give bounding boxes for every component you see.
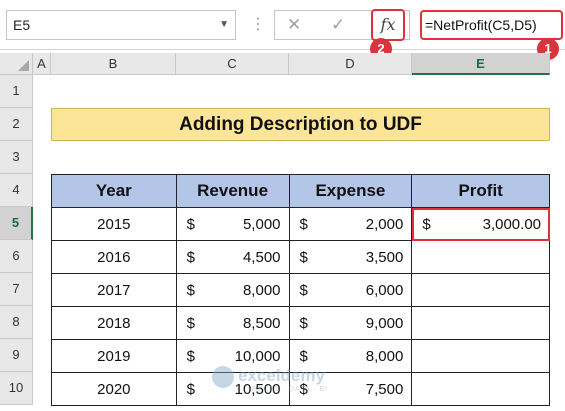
currency-symbol: $: [186, 216, 196, 233]
expense-value: 8,000: [365, 348, 404, 365]
name-box[interactable]: E5 ▼: [6, 10, 236, 40]
currency-symbol: $: [422, 216, 431, 233]
row-header-9[interactable]: 9: [0, 339, 33, 372]
expense-value: 6,000: [365, 282, 404, 299]
column-header-a[interactable]: A: [33, 53, 51, 75]
expense-value: 2,000: [365, 216, 404, 233]
revenue-value: 10,000: [234, 348, 281, 365]
currency-symbol: $: [299, 249, 308, 266]
currency-symbol: $: [299, 282, 308, 299]
profit-cell[interactable]: [411, 273, 550, 307]
year-cell[interactable]: 2018: [51, 306, 177, 340]
expense-value: 7,500: [365, 381, 404, 398]
row-header-10[interactable]: 10: [0, 372, 33, 405]
expense-cell[interactable]: $3,500: [288, 240, 413, 274]
year-cell[interactable]: 2020: [51, 372, 177, 406]
row-header-2[interactable]: 2: [0, 108, 33, 141]
revenue-value: 4,500: [242, 249, 281, 266]
currency-symbol: $: [186, 315, 196, 332]
watermark-tagline: EXCEL · DATA · BI: [252, 386, 328, 393]
select-all-button[interactable]: [0, 53, 33, 75]
profit-cell[interactable]: [411, 339, 550, 373]
header-expense[interactable]: Expense: [288, 174, 413, 208]
table-header-row: Year Revenue Expense Profit: [51, 174, 550, 208]
exceldemy-logo-icon: [212, 366, 234, 388]
year-cell[interactable]: 2016: [51, 240, 177, 274]
row-header-3[interactable]: 3: [0, 141, 33, 174]
header-year[interactable]: Year: [51, 174, 177, 208]
cancel-icon[interactable]: ✕: [287, 15, 301, 35]
table-row: 2017 $8,000 $6,000: [51, 273, 550, 307]
year-cell[interactable]: 2015: [51, 207, 177, 241]
currency-symbol: $: [299, 348, 308, 365]
year-cell[interactable]: 2019: [51, 339, 177, 373]
formula-input[interactable]: =NetProfit(C5,D5): [420, 10, 563, 40]
revenue-value: 8,000: [242, 282, 281, 299]
profit-cell[interactable]: [411, 306, 550, 340]
select-all-icon: [18, 60, 29, 71]
column-header-e[interactable]: E: [412, 53, 550, 75]
expense-value: 3,500: [365, 249, 404, 266]
formula-bar: E5 ▼ ⋮ ✕ ✓ fx =NetProfit(C5,D5): [0, 0, 565, 50]
revenue-value: 8,500: [242, 315, 281, 332]
insert-function-button[interactable]: fx: [371, 9, 405, 41]
table-row: 2016 $4,500 $3,500: [51, 240, 550, 274]
currency-symbol: $: [299, 315, 308, 332]
revenue-cell[interactable]: $4,500: [175, 240, 290, 274]
sheet-title[interactable]: Adding Description to UDF: [51, 108, 550, 141]
header-revenue[interactable]: Revenue: [175, 174, 290, 208]
currency-symbol: $: [299, 216, 308, 233]
row-header-4[interactable]: 4: [0, 174, 33, 207]
revenue-cell[interactable]: $8,000: [175, 273, 290, 307]
more-options-icon[interactable]: ⋮: [250, 12, 266, 38]
currency-symbol: $: [186, 348, 196, 365]
name-box-value: E5: [13, 17, 31, 33]
row-header-6[interactable]: 6: [0, 240, 33, 273]
revenue-cell[interactable]: $5,000: [175, 207, 290, 241]
header-profit[interactable]: Profit: [411, 174, 550, 208]
enter-icon[interactable]: ✓: [331, 15, 345, 35]
column-header-c[interactable]: C: [176, 53, 289, 75]
row-header-5[interactable]: 5: [0, 207, 33, 240]
row-header-7[interactable]: 7: [0, 273, 33, 306]
expense-cell[interactable]: $2,000: [288, 207, 413, 241]
chevron-down-icon[interactable]: ▼: [219, 11, 229, 39]
table-row: 2018 $8,500 $9,000: [51, 306, 550, 340]
revenue-value: 5,000: [242, 216, 281, 233]
currency-symbol: $: [186, 282, 196, 299]
row-header-1[interactable]: 1: [0, 75, 33, 108]
currency-symbol: $: [186, 381, 196, 398]
column-header-b[interactable]: B: [51, 53, 176, 75]
watermark-name: exceldemy: [238, 366, 325, 385]
watermark: exceldemy EXCEL · DATA · BI: [212, 364, 362, 396]
expense-cell[interactable]: $9,000: [288, 306, 413, 340]
expense-value: 9,000: [365, 315, 404, 332]
profit-cell[interactable]: [411, 372, 550, 406]
expense-cell[interactable]: $6,000: [288, 273, 413, 307]
profit-cell[interactable]: [411, 240, 550, 274]
profit-value: 3,000.00: [482, 216, 541, 233]
formula-buttons: ✕ ✓ fx: [274, 9, 410, 41]
currency-symbol: $: [186, 249, 196, 266]
table-row: 2015 $5,000 $2,000 $3,000.00: [51, 207, 550, 241]
row-header-8[interactable]: 8: [0, 306, 33, 339]
revenue-cell[interactable]: $8,500: [175, 306, 290, 340]
year-cell[interactable]: 2017: [51, 273, 177, 307]
column-header-d[interactable]: D: [289, 53, 412, 75]
profit-cell-active[interactable]: $3,000.00: [411, 207, 550, 241]
